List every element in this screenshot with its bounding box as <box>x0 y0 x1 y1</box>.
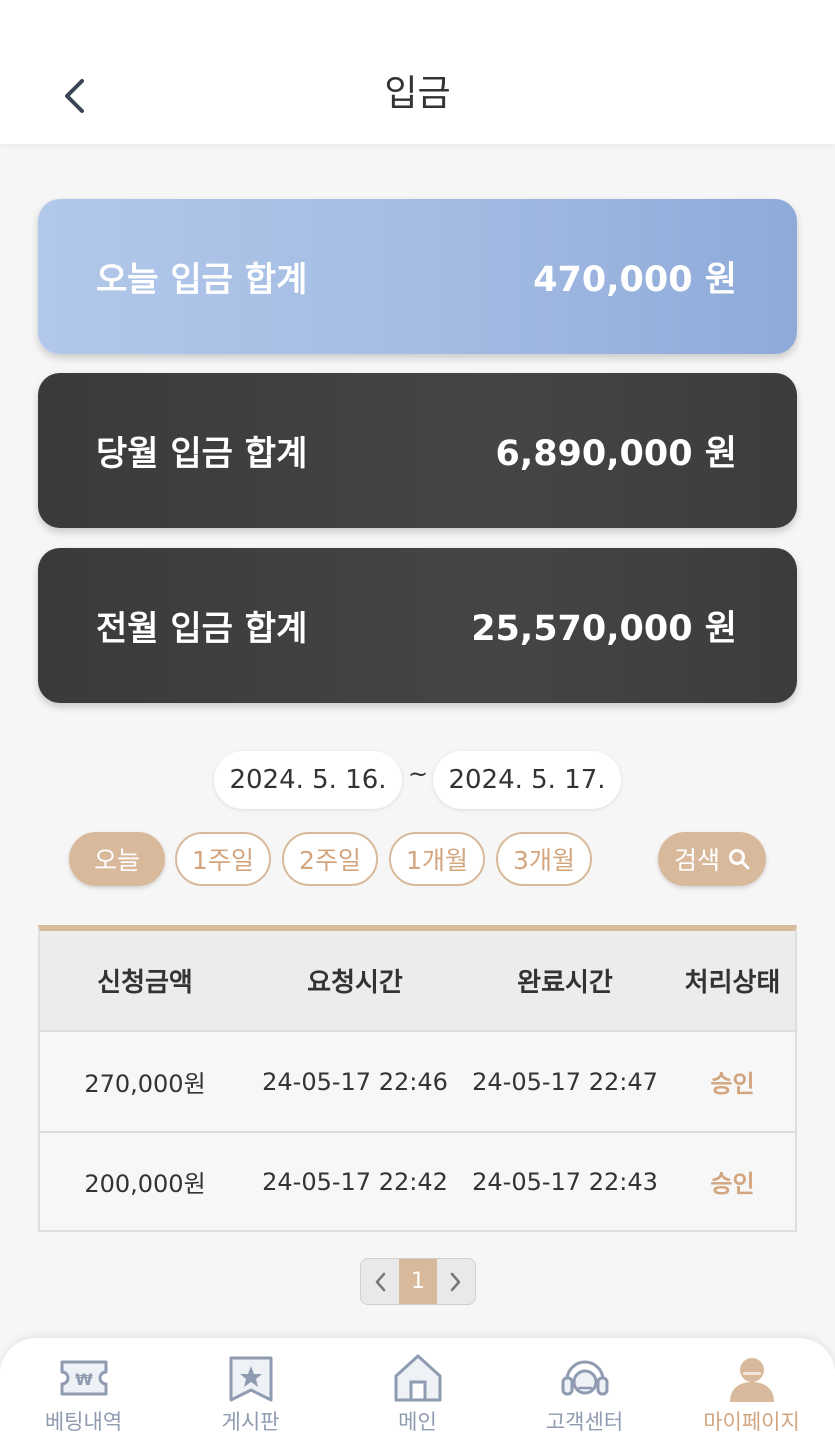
chevron-right-icon <box>450 1272 461 1291</box>
today-summary-amount: 470,000 원 <box>533 260 737 300</box>
today-deposit-summary: 오늘 입금 합계 470,000 원 <box>38 199 797 354</box>
header-complete-time: 완료시간 <box>517 968 613 998</box>
prev-month-deposit-summary: 전월 입금 합계 25,570,000 원 <box>38 548 797 703</box>
date-range-separator: ~ <box>407 760 429 788</box>
start-date-field[interactable]: 2024. 5. 16. <box>214 751 402 809</box>
betting-ticket-icon: ₩ <box>60 1360 107 1396</box>
cell-complete-time: 24-05-17 22:43 <box>472 1167 658 1196</box>
table-row: 270,000원 24-05-17 22:46 24-05-17 22:47 승… <box>40 1032 795 1131</box>
cell-amount: 270,000원 <box>84 1070 206 1098</box>
board-star-icon <box>229 1356 272 1402</box>
nav-label-board: 게시판 <box>221 1410 280 1434</box>
next-page-button[interactable] <box>437 1259 475 1304</box>
table-row: 200,000원 24-05-17 22:42 24-05-17 22:43 승… <box>40 1131 795 1230</box>
pagination: 1 <box>360 1258 476 1305</box>
month-deposit-summary: 당월 입금 합계 6,890,000 원 <box>38 373 797 528</box>
end-date-field[interactable]: 2024. 5. 17. <box>433 751 621 809</box>
app-header: 입금 <box>0 0 835 144</box>
nav-item-board[interactable]: 게시판 <box>167 1338 334 1435</box>
nav-label-betting: 베팅내역 <box>44 1410 123 1434</box>
filter-1month-button[interactable]: 1개월 <box>389 832 485 886</box>
filter-1week-button[interactable]: 1주일 <box>175 832 271 886</box>
nav-item-support[interactable]: 고객센터 <box>501 1338 668 1435</box>
home-icon <box>394 1354 441 1402</box>
nav-label-support: 고객센터 <box>545 1410 624 1434</box>
filter-2week-button[interactable]: 2주일 <box>282 832 378 886</box>
header-request-time: 요청시간 <box>307 968 403 998</box>
cell-status: 승인 <box>710 1170 755 1198</box>
chevron-left-icon <box>375 1272 386 1291</box>
nav-item-main[interactable]: 메인 <box>334 1338 501 1435</box>
table-header: 신청금액 요청시간 완료시간 처리상태 <box>40 931 795 1032</box>
search-button[interactable]: 검색 <box>658 832 766 886</box>
month-summary-amount: 6,890,000 원 <box>495 434 737 474</box>
nav-label-main: 메인 <box>398 1410 437 1434</box>
filter-today-button[interactable]: 오늘 <box>69 832 165 886</box>
user-icon <box>729 1358 774 1402</box>
headset-icon <box>561 1360 608 1396</box>
nav-label-mypage: 마이페이지 <box>703 1410 800 1434</box>
bottom-navigation: ₩ 베팅내역 게시판 메인 고객센터 마이페이지 <box>0 1338 835 1435</box>
search-icon <box>729 849 750 870</box>
cell-amount: 200,000원 <box>84 1170 206 1198</box>
cell-request-time: 24-05-17 22:46 <box>262 1067 448 1096</box>
cell-request-time: 24-05-17 22:42 <box>262 1167 448 1196</box>
prev-page-button[interactable] <box>361 1259 399 1304</box>
month-summary-label: 당월 입금 합계 <box>96 434 308 474</box>
page-number-current[interactable]: 1 <box>399 1259 437 1304</box>
deposit-history-table: 신청금액 요청시간 완료시간 처리상태 270,000원 24-05-17 22… <box>38 925 797 1232</box>
filter-3month-button[interactable]: 3개월 <box>496 832 592 886</box>
prev-month-summary-label: 전월 입금 합계 <box>96 609 308 649</box>
header-amount: 신청금액 <box>97 968 193 998</box>
nav-item-mypage[interactable]: 마이페이지 <box>668 1338 835 1435</box>
header-status: 처리상태 <box>684 968 781 998</box>
cell-complete-time: 24-05-17 22:47 <box>472 1067 658 1096</box>
prev-month-summary-amount: 25,570,000 원 <box>471 609 737 649</box>
svg-text:₩: ₩ <box>75 1370 93 1389</box>
today-summary-label: 오늘 입금 합계 <box>96 260 308 300</box>
search-button-label: 검색 <box>673 846 720 875</box>
page-title: 입금 <box>384 73 451 114</box>
nav-item-betting[interactable]: ₩ 베팅내역 <box>0 1338 167 1435</box>
cell-status: 승인 <box>710 1070 755 1098</box>
